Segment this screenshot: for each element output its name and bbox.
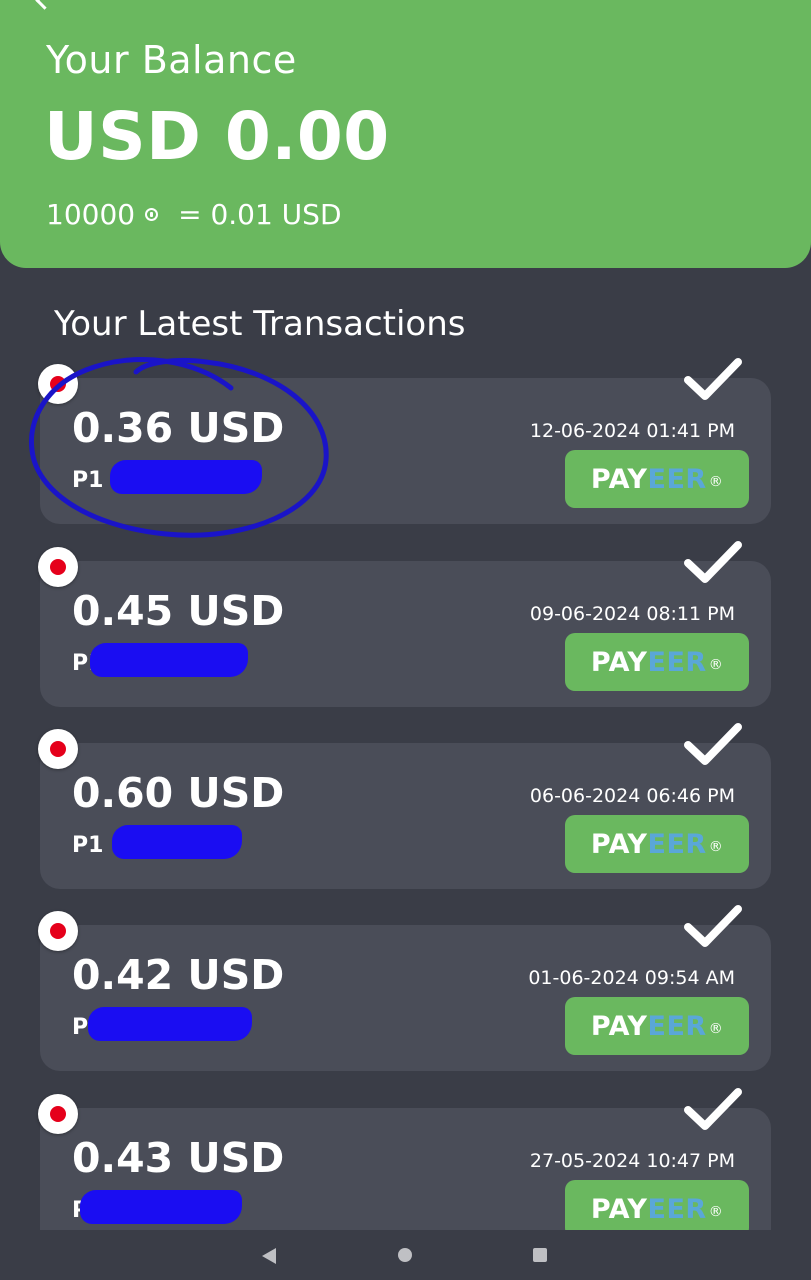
check-icon: [684, 905, 742, 947]
payeer-eer-text: EER: [647, 463, 707, 495]
rate-points: 10000: [46, 198, 136, 231]
redaction-mark: [90, 643, 248, 677]
balance-label: Your Balance: [46, 38, 297, 82]
nav-recents-icon[interactable]: [533, 1248, 547, 1262]
payeer-pay-text: PAY: [590, 646, 648, 678]
registered-mark: ®: [708, 1204, 724, 1220]
transaction-amount: 0.45 USD: [72, 587, 285, 635]
payeer-pay-text: PAY: [590, 463, 648, 495]
redaction-mark: [112, 825, 242, 859]
transaction-account: P1: [72, 468, 104, 493]
payeer-eer-text: EER: [647, 828, 707, 860]
registered-mark: ®: [708, 657, 724, 673]
red-dot-icon: [38, 911, 78, 951]
payeer-badge: PAY EER ®: [565, 450, 749, 508]
payeer-badge: PAY EER ®: [565, 633, 749, 691]
transaction-amount: 0.42 USD: [72, 951, 285, 999]
section-title: Your Latest Transactions: [54, 304, 466, 344]
transaction-amount: 0.60 USD: [72, 769, 285, 817]
payeer-eer-text: EER: [647, 1193, 707, 1225]
payeer-badge: PAY EER ®: [565, 997, 749, 1055]
coin-icon: [145, 208, 159, 221]
check-icon: [684, 358, 742, 400]
back-arrow-icon[interactable]: [35, 0, 54, 10]
transaction-date: 27-05-2024 10:47 PM: [529, 1150, 735, 1172]
transaction-account: P1: [72, 833, 104, 858]
registered-mark: ®: [708, 839, 724, 855]
transaction-date: 06-06-2024 06:46 PM: [529, 785, 735, 807]
check-icon: [684, 723, 742, 765]
transaction-card[interactable]: 0.42 USD P1 01-06-2024 09:54 AM PAYEER®: [38, 905, 771, 1071]
balance-card: Your Balance USD 0.00 10000 = 0.01 USD: [0, 0, 811, 268]
transaction-card[interactable]: 0.45 USD P1 09-06-2024 08:11 PM PAY EER ®: [38, 541, 771, 707]
balance-amount: USD 0.00: [44, 98, 390, 175]
check-icon: [684, 1088, 742, 1130]
system-nav-bar: [0, 1230, 811, 1280]
payeer-pay-text: PAY: [590, 828, 648, 860]
transaction-amount: 0.36 USD: [72, 404, 285, 452]
red-dot-icon: [38, 729, 78, 769]
transaction-date: 01-06-2024 09:54 AM: [528, 967, 735, 989]
registered-mark: ®: [708, 474, 724, 490]
red-dot-icon: [38, 1094, 78, 1134]
transaction-date: 09-06-2024 08:11 PM: [529, 603, 735, 625]
nav-back-icon[interactable]: [262, 1248, 276, 1264]
nav-home-icon[interactable]: [398, 1248, 412, 1262]
check-icon: [684, 541, 742, 583]
transaction-amount: 0.43 USD: [72, 1134, 285, 1182]
payeer-eer-text: EER: [647, 1010, 707, 1042]
transaction-card[interactable]: 0.60 USD P1 06-06-2024 06:46 PM PAY EER ®: [38, 723, 771, 889]
transaction-date: 12-06-2024 01:41 PM: [529, 420, 735, 442]
redaction-mark: [110, 460, 262, 494]
rate-value: = 0.01 USD: [178, 198, 342, 231]
registered-mark: ®: [708, 1021, 724, 1037]
payeer-pay-text: PAY: [590, 1193, 648, 1225]
payeer-pay-text: PAY: [590, 1010, 648, 1042]
redaction-mark: [88, 1007, 252, 1041]
payeer-badge: PAY EER ®: [565, 815, 749, 873]
red-dot-icon: [38, 364, 78, 404]
wallet-screen: Your Balance USD 0.00 10000 = 0.01 USD Y…: [0, 0, 811, 1280]
conversion-rate: 10000 = 0.01 USD: [46, 198, 342, 231]
red-dot-icon: [38, 547, 78, 587]
payeer-eer-text: EER: [647, 646, 707, 678]
transaction-card[interactable]: 0.36 USD P1 12-06-2024 01:41 PM PAY EER ®: [38, 358, 771, 524]
redaction-mark: [80, 1190, 242, 1224]
